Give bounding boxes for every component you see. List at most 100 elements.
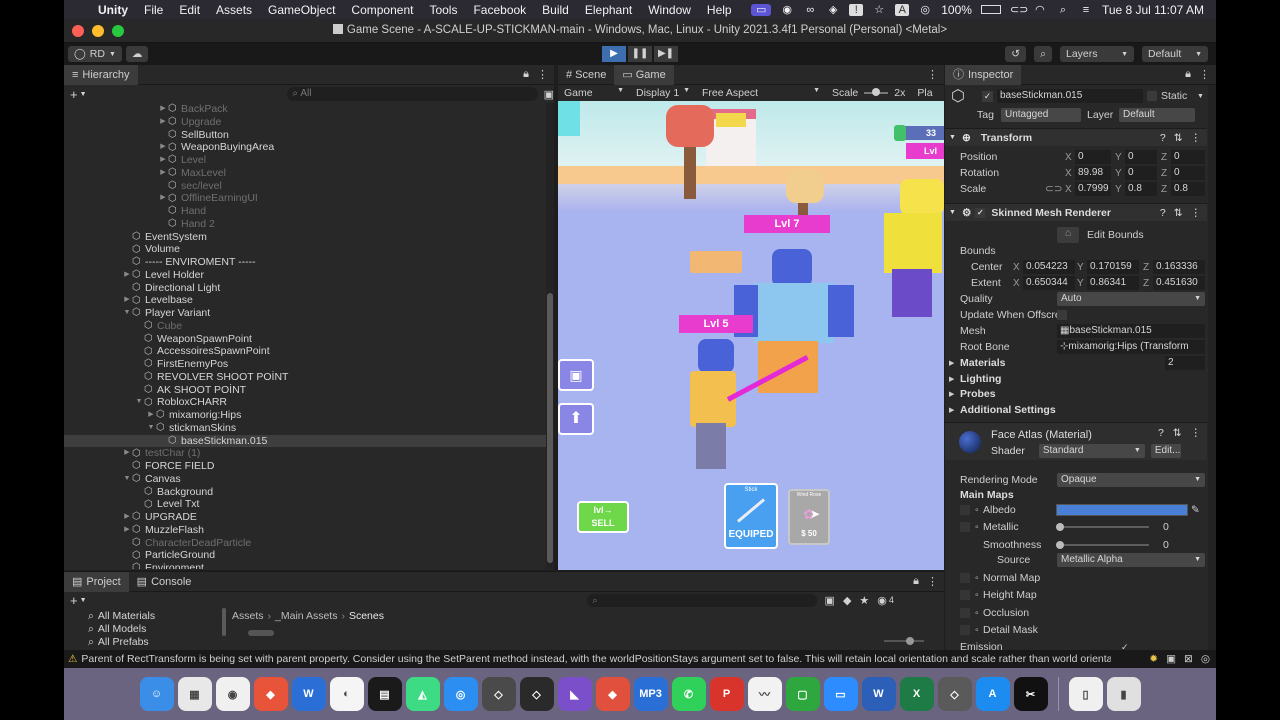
more-icon[interactable]: ⋮	[1191, 427, 1202, 439]
hierarchy-item[interactable]: ▼ ⬡ Player Variant	[64, 307, 546, 320]
scene-visibility-icon[interactable]: ▣	[544, 88, 554, 101]
materials-count[interactable]: 2	[1165, 356, 1205, 370]
hierarchy-item[interactable]: ▼ ⬡ Canvas	[64, 473, 546, 486]
hierarchy-item[interactable]: ⬡ Environment	[64, 562, 546, 569]
rendering-mode-dropdown[interactable]: Opaque ▼	[1057, 473, 1205, 487]
play-button[interactable]: ▶	[602, 46, 626, 62]
center-z-field[interactable]: 0.163336	[1153, 260, 1205, 274]
albedo-color-swatch[interactable]	[1056, 504, 1188, 516]
shield-icon[interactable]: ◈	[826, 4, 840, 16]
hierarchy-item[interactable]: ⬡ baseStickman.015	[64, 434, 546, 448]
link-icon[interactable]: ⊂⊃	[1010, 4, 1028, 16]
hierarchy-item[interactable]: ▶ ⬡ Upgrade	[64, 116, 546, 129]
active-checkbox[interactable]: ✓	[982, 90, 993, 102]
position-z-field[interactable]: 0	[1171, 150, 1205, 164]
status-bar[interactable]: ⚠ Parent of RectTransform is being set w…	[64, 650, 1216, 668]
hierarchy-item[interactable]: ▶ ⬡ BackPack	[64, 103, 546, 116]
tab-console[interactable]: ▤ Console	[129, 572, 200, 592]
breadcrumb-scenes[interactable]: Scenes	[349, 610, 384, 622]
history-button[interactable]: ↺	[1005, 46, 1027, 62]
menu-window[interactable]: Window	[640, 3, 699, 17]
hierarchy-item[interactable]: ⬡ Hand	[64, 205, 546, 218]
hierarchy-item[interactable]: ⬡ Volume	[64, 243, 546, 256]
more-icon[interactable]: ⋮	[537, 68, 548, 81]
more-icon[interactable]: ⋮	[927, 575, 938, 588]
layers-dropdown[interactable]: Layers ▼	[1060, 46, 1134, 62]
menu-app-name[interactable]: Unity	[90, 3, 136, 17]
weapon-card-locked[interactable]: Wind Rose ✿ $ 50	[788, 489, 830, 545]
whatsapp-icon[interactable]: ✆	[671, 677, 706, 711]
root-bone-field[interactable]: ⊹mixamorig:Hips (Transform	[1057, 340, 1205, 354]
preset-icon[interactable]: ⇅	[1173, 427, 1182, 439]
debug-icon[interactable]: ✹	[1149, 653, 1158, 665]
extent-x-field[interactable]: 0.650344	[1023, 276, 1075, 290]
icon-size-slider[interactable]	[884, 637, 924, 645]
chevron-right-icon[interactable]: ▶	[158, 141, 168, 154]
app-store-icon[interactable]: A	[975, 677, 1010, 711]
more-icon[interactable]: ⋮	[927, 68, 938, 81]
hierarchy-item[interactable]: ⬡ FORCE FIELD	[64, 460, 546, 473]
hierarchy-item[interactable]: ⬡ Directional Light	[64, 282, 546, 295]
hierarchy-item[interactable]: ▶ ⬡ UPGRADE	[64, 511, 546, 524]
smoothness-slider[interactable]	[1056, 541, 1149, 549]
hierarchy-item[interactable]: ⬡ sec/level	[64, 180, 546, 193]
play-focus-dropdown[interactable]: Pla	[911, 87, 938, 99]
layout-icon[interactable]: ▣	[1166, 653, 1176, 665]
hierarchy-item[interactable]: ▶ ⬡ testChar (1)	[64, 447, 546, 460]
breadcrumb-assets[interactable]: Assets	[232, 610, 264, 622]
static-checkbox[interactable]	[1147, 91, 1157, 101]
tab-scene[interactable]: # Scene	[558, 65, 614, 85]
scale-slider[interactable]	[864, 88, 889, 96]
center-y-field[interactable]: 0.170159	[1087, 260, 1139, 274]
more-icon[interactable]: ⋮	[1191, 207, 1202, 219]
chevron-right-icon[interactable]: ▶	[158, 192, 168, 205]
chevron-right-icon[interactable]: ▶	[158, 154, 168, 167]
lock-icon[interactable]: 🔒︎	[1185, 68, 1191, 81]
menu-elephant[interactable]: Elephant	[577, 3, 640, 17]
blender-icon[interactable]: ◐	[329, 677, 364, 711]
git-client-icon[interactable]: ◆	[595, 677, 630, 711]
help-icon[interactable]: ?	[1158, 427, 1164, 439]
edit-bounds-button[interactable]: ⌂	[1057, 227, 1079, 243]
tab-inspector[interactable]: ⓘ Inspector	[945, 65, 1022, 85]
tab-hierarchy[interactable]: ≡ Hierarchy	[64, 64, 138, 85]
hierarchy-scrollbar[interactable]	[546, 103, 554, 569]
hierarchy-item[interactable]: ▶ ⬡ MuzzleFlash	[64, 524, 546, 537]
weapon-card-equipped[interactable]: Stick EQUIPED	[724, 483, 778, 549]
preset-icon[interactable]: ⇅	[1174, 207, 1183, 219]
hierarchy-item[interactable]: ⬡ Level Txt	[64, 498, 546, 511]
lock-icon[interactable]: 🔒︎	[913, 575, 919, 588]
hierarchy-item[interactable]: ▶ ⬡ OfflineEarningUI	[64, 192, 546, 205]
airplay-icon[interactable]: ◎	[918, 4, 932, 16]
texture-slot[interactable]	[960, 573, 970, 583]
more-icon[interactable]: ⋮	[1199, 68, 1210, 81]
hierarchy-item[interactable]: ⬡ AccessoiresSpawnPoint	[64, 345, 546, 358]
texture-slot[interactable]	[960, 505, 970, 515]
star-icon[interactable]: ★	[859, 594, 869, 607]
creative-cloud-icon[interactable]: ∞	[803, 4, 817, 16]
menu-build[interactable]: Build	[534, 3, 577, 17]
source-dropdown[interactable]: Metallic Alpha ▼	[1057, 553, 1205, 567]
visibility-icon[interactable]: ◉	[877, 594, 887, 607]
menu-tools[interactable]: Tools	[421, 3, 465, 17]
hierarchy-item[interactable]: ⬡ EventSystem	[64, 231, 546, 244]
center-x-field[interactable]: 0.054223	[1023, 260, 1075, 274]
smoothness-value[interactable]: 0	[1163, 539, 1169, 551]
search-button[interactable]: ⌕	[1034, 46, 1052, 62]
texture-slot[interactable]	[960, 522, 970, 532]
rotation-y-field[interactable]: 0	[1125, 166, 1157, 180]
hierarchy-item[interactable]: ⬡ SellButton	[64, 129, 546, 142]
hierarchy-item[interactable]: ▶ ⬡ mixamorig:Hips	[64, 409, 546, 422]
hierarchy-item[interactable]: ⬡ AK SHOOT POİNT	[64, 384, 546, 397]
excel-icon[interactable]: X	[899, 677, 934, 711]
chevron-right-icon[interactable]: ▶	[158, 103, 168, 116]
chevron-down-icon[interactable]: ▼	[80, 597, 87, 604]
lighting-row[interactable]: ▶ Lighting	[945, 371, 1207, 387]
menu-edit[interactable]: Edit	[171, 3, 208, 17]
chevron-down-icon[interactable]: ▼	[122, 473, 132, 486]
hierarchy-item[interactable]: ▶ ⬡ Levelbase	[64, 294, 546, 307]
favorite-item[interactable]: ⌕ All Materials	[88, 610, 218, 623]
menu-help[interactable]: Help	[699, 3, 740, 17]
add-icon[interactable]: +	[70, 593, 78, 608]
scale-y-field[interactable]: 0.8	[1125, 182, 1157, 196]
